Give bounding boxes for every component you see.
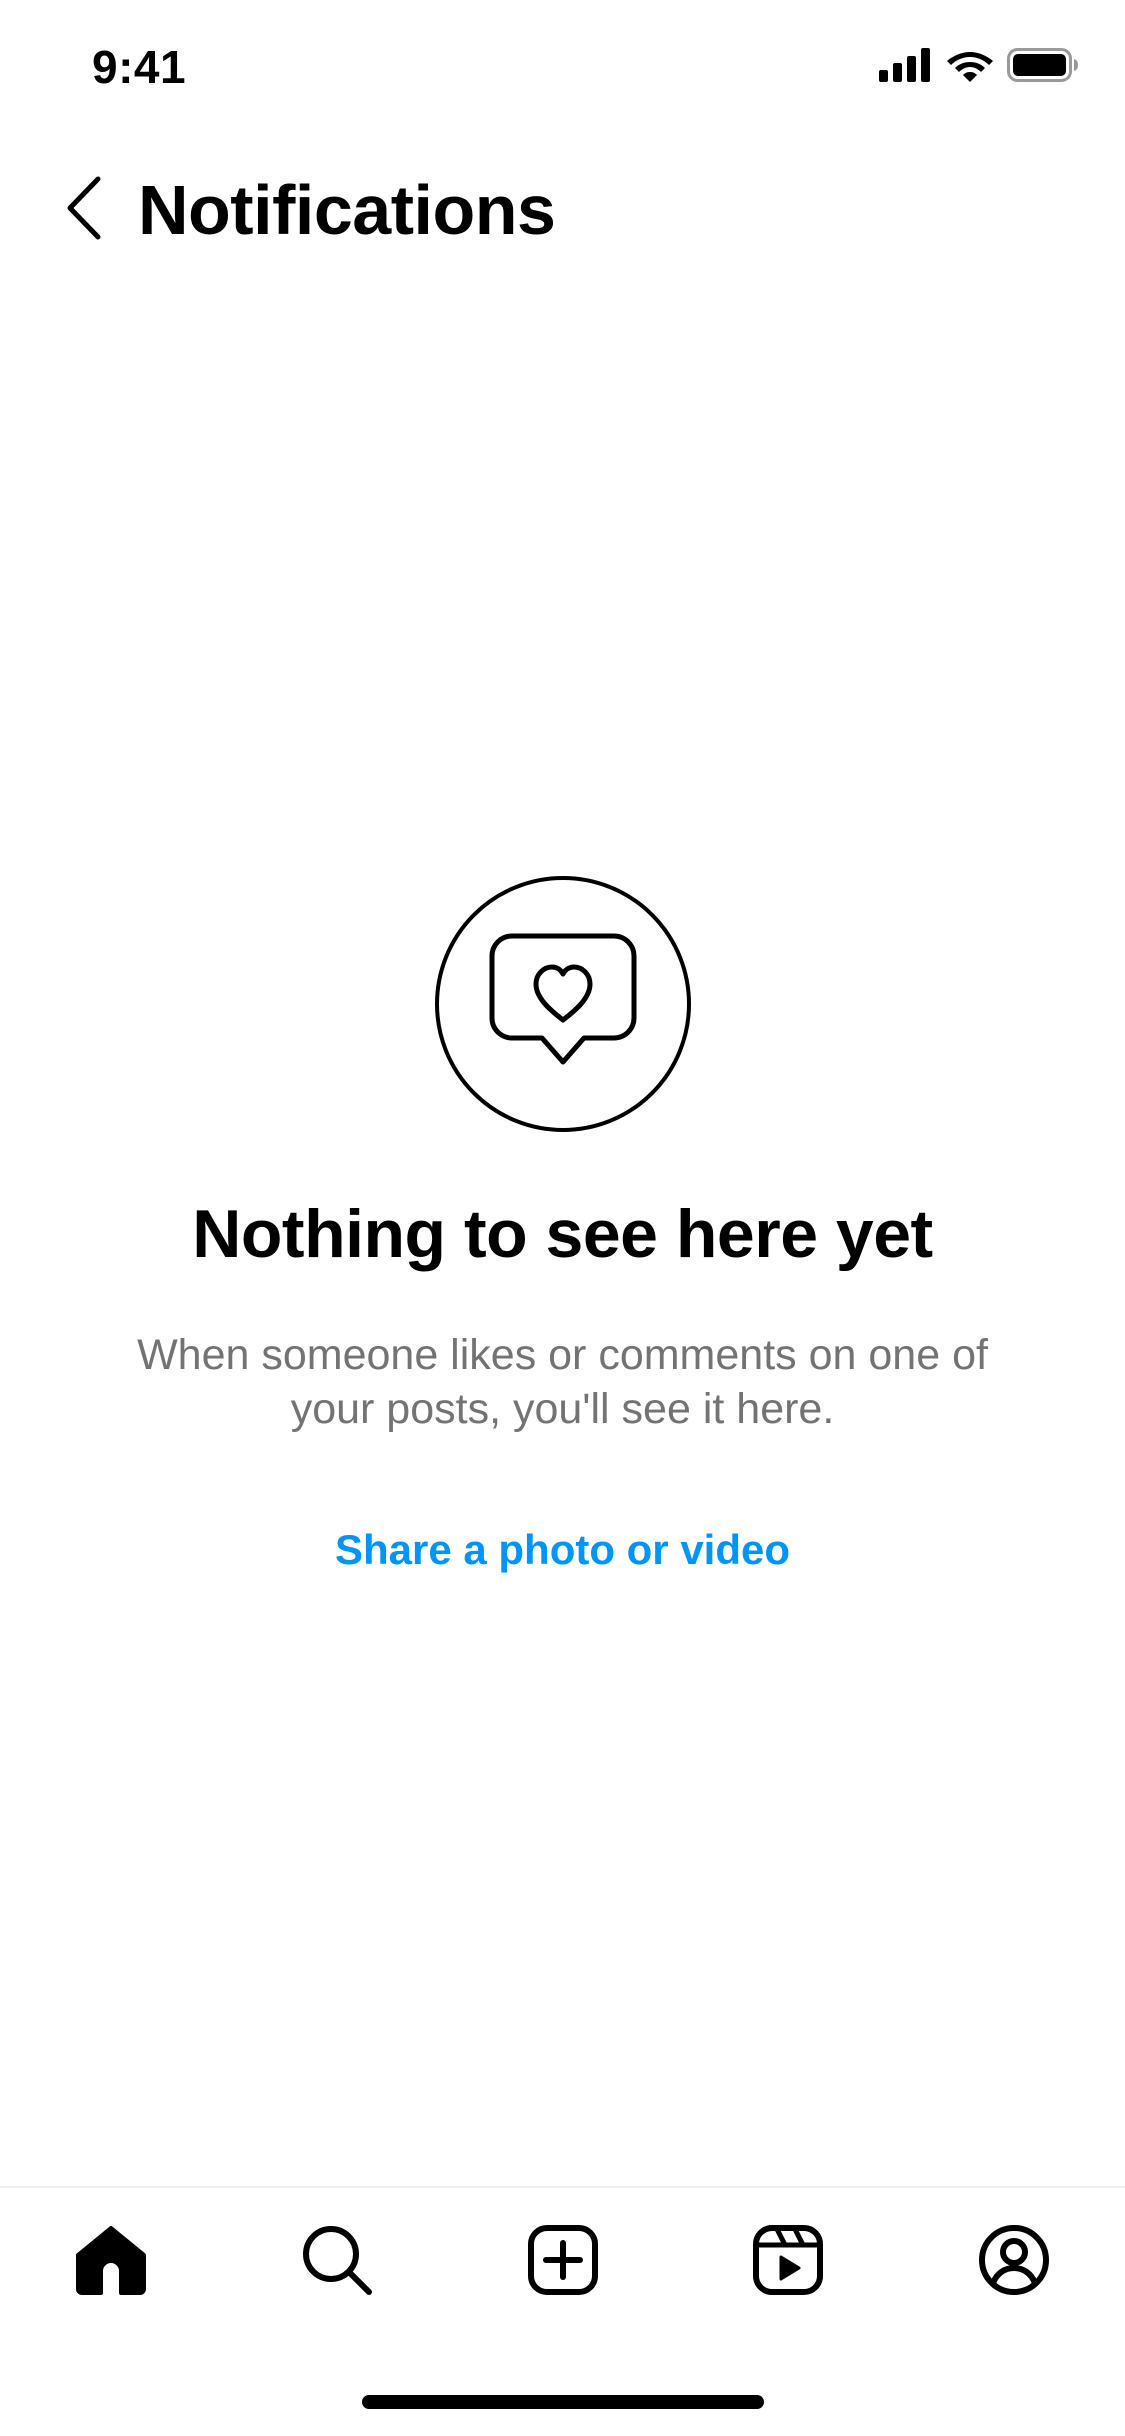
header: Notifications — [0, 160, 1125, 260]
chevron-left-icon — [64, 175, 104, 246]
tab-home[interactable] — [46, 2197, 176, 2327]
bottom-tab-bar — [0, 2186, 1125, 2336]
empty-state-description: When someone likes or comments on one of… — [137, 1331, 988, 1433]
home-icon — [75, 2225, 147, 2300]
wifi-icon — [947, 48, 993, 87]
status-time: 9:41 — [92, 41, 187, 93]
reels-icon — [753, 2224, 824, 2300]
home-indicator — [362, 2395, 764, 2409]
back-button[interactable] — [56, 174, 112, 246]
heart-speech-bubble-icon — [488, 932, 638, 1077]
empty-state: Nothing to see here yet When someone lik… — [0, 876, 1125, 1574]
status-icons — [879, 48, 1079, 87]
tab-create[interactable] — [498, 2197, 628, 2327]
cellular-signal-icon — [879, 48, 933, 87]
create-post-icon — [527, 2224, 598, 2300]
tab-profile[interactable] — [949, 2197, 1079, 2327]
status-bar: 9:41 — [0, 0, 1125, 140]
empty-state-illustration — [434, 876, 691, 1132]
search-icon — [301, 2224, 373, 2301]
tab-search[interactable] — [272, 2197, 402, 2327]
battery-icon — [1007, 48, 1079, 87]
share-photo-or-video-link[interactable]: Share a photo or video — [335, 1526, 790, 1574]
empty-state-heading: Nothing to see here yet — [192, 1196, 933, 1272]
page-title: Notifications — [138, 171, 556, 249]
profile-icon — [978, 2224, 1050, 2301]
tab-reels[interactable] — [723, 2197, 853, 2327]
